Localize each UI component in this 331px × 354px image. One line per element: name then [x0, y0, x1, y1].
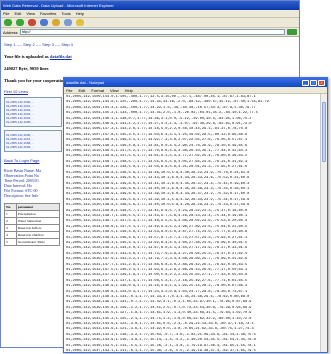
- cell-parameter: Water Saturation: [15, 217, 61, 225]
- preview-list[interactable]: 01,2005,142,1600,... 01,2005,142,1601,..…: [4, 97, 62, 127]
- result-text: Your file: [4, 54, 21, 59]
- cell-no: 2: [4, 217, 17, 225]
- stop-icon[interactable]: [28, 19, 36, 26]
- table-row: 3 Reservoir Inflow: [4, 224, 61, 232]
- cell-parameter: Reservoir Inflow: [15, 224, 61, 232]
- favorites-icon[interactable]: [76, 19, 84, 26]
- cell-parameter: Reservoir Outflow: [15, 231, 61, 239]
- text-line: 01,2005,142,1547,143.1,1.111,-6.1,1.77,1…: [66, 349, 256, 352]
- notepad-menu-edit[interactable]: Edit: [78, 88, 85, 93]
- result-suffix: is uploaded as: [21, 54, 49, 59]
- preview-list-2[interactable]: 01,2005,142,1606,... 01,2005,142,1607,..…: [4, 130, 62, 152]
- notepad-text-area[interactable]: 01,2005,142,1500,144.0,1.105,-400,1.77,1…: [64, 94, 320, 352]
- forward-icon[interactable]: [16, 19, 24, 26]
- address-label: Address: [3, 29, 18, 35]
- upload-result: Your file is uploaded as datafile.dat: [4, 54, 296, 59]
- notepad-menu-view[interactable]: View: [110, 88, 119, 93]
- maximize-button[interactable]: □: [310, 79, 317, 86]
- search-icon[interactable]: [64, 19, 72, 26]
- cell-no: 4: [4, 231, 17, 239]
- back-icon[interactable]: [4, 19, 12, 26]
- menu-file[interactable]: File: [3, 11, 9, 16]
- browser-menu-bar: File Edit View Favorites Tools Help: [1, 10, 299, 18]
- go-button[interactable]: [287, 29, 297, 35]
- uploaded-file-link[interactable]: datafile.dat: [50, 54, 72, 59]
- browser-title: Web Data Retrieval - Data Upload - Micro…: [3, 3, 114, 8]
- table-row: 1 Precipitation: [4, 210, 61, 218]
- menu-view[interactable]: View: [26, 11, 35, 16]
- notepad-menu-bar: File Edit Format View Help: [64, 87, 327, 94]
- scrollbar-thumb[interactable]: [322, 102, 326, 162]
- notepad-title: datafile.dat - Notepad: [66, 80, 105, 85]
- parameter-table: No. parameter 1 Precipitation 2 Water Sa…: [4, 203, 61, 246]
- notepad-title-bar[interactable]: datafile.dat - Notepad _ □ ×: [64, 78, 327, 87]
- list-item: 01,2005,142,1609,...: [6, 145, 34, 149]
- cell-no: 1: [4, 210, 17, 218]
- address-bar: Address http://: [1, 28, 299, 37]
- menu-edit[interactable]: Edit: [14, 11, 21, 16]
- cell-parameter: Precipitation: [15, 210, 61, 218]
- menu-tools[interactable]: Tools: [61, 11, 70, 16]
- step-indicator: Step 1 ---- Step 2 ---- Step 3 ---- Step…: [4, 42, 73, 47]
- notepad-menu-format[interactable]: Format: [91, 88, 104, 93]
- table-header-row: No. parameter: [4, 203, 61, 211]
- cell-parameter: Groundwater Table: [15, 238, 61, 246]
- refresh-icon[interactable]: [40, 19, 48, 26]
- list-item: 01,2005,142,1605,...: [6, 120, 34, 124]
- notepad-menu-help[interactable]: Help: [125, 88, 133, 93]
- menu-help[interactable]: Help: [76, 11, 84, 16]
- address-input[interactable]: http://: [19, 29, 285, 35]
- header-no: No.: [4, 203, 17, 211]
- cell-no: 5: [4, 238, 17, 246]
- table-row: 4 Reservoir Outflow: [4, 231, 61, 239]
- upload-size: 240027 Byte, 9059 lines: [4, 66, 49, 71]
- table-row: 5 Groundwater Table: [4, 238, 61, 246]
- menu-favorites[interactable]: Favorites: [40, 11, 56, 16]
- home-icon[interactable]: [52, 19, 60, 26]
- cell-no: 3: [4, 224, 17, 232]
- close-button[interactable]: ×: [318, 79, 325, 86]
- browser-toolbar: [1, 18, 299, 28]
- browser-title-bar[interactable]: Web Data Retrieval - Data Upload - Micro…: [1, 1, 299, 10]
- notepad-menu-file[interactable]: File: [66, 88, 72, 93]
- table-row: 2 Water Saturation: [4, 217, 61, 225]
- notepad-window: datafile.dat - Notepad _ □ × File Edit F…: [63, 77, 328, 353]
- vertical-scrollbar[interactable]: [320, 94, 327, 352]
- header-parameter: parameter: [15, 203, 61, 211]
- minimize-button[interactable]: _: [302, 79, 309, 86]
